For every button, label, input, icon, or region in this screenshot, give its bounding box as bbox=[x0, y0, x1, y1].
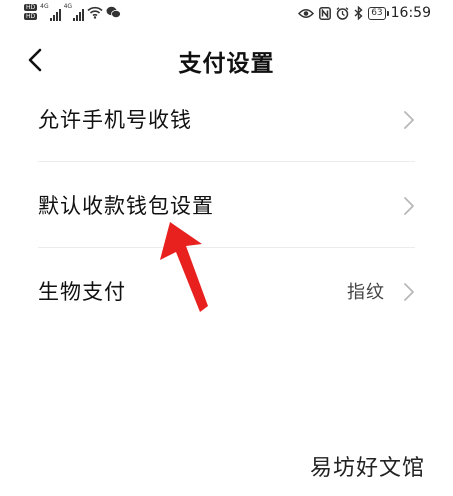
signal-2-label: 4G bbox=[63, 3, 73, 10]
row-biometric-payment[interactable]: 生物支付 指纹 bbox=[0, 248, 453, 334]
hd-badge-1: HD bbox=[24, 4, 38, 11]
battery-indicator: 63 bbox=[368, 6, 390, 20]
row-label: 生物支付 bbox=[38, 280, 126, 304]
hd-badge-2: HD bbox=[24, 13, 38, 20]
wifi-icon bbox=[87, 6, 103, 19]
row-label: 默认收款钱包设置 bbox=[38, 194, 214, 218]
bluetooth-icon bbox=[354, 6, 363, 20]
chevron-right-icon bbox=[404, 111, 414, 129]
eye-icon bbox=[298, 8, 315, 18]
row-label: 允许手机号收钱 bbox=[38, 108, 192, 132]
watermark: 易坊好文馆 bbox=[307, 450, 427, 482]
signal-bars-icon bbox=[49, 9, 61, 21]
nfc-icon bbox=[319, 6, 332, 20]
status-left: HD HD 4G 4G bbox=[24, 3, 121, 21]
signal-2: 4G bbox=[63, 3, 85, 21]
settings-list: 允许手机号收钱 默认收款钱包设置 生物支付 指纹 bbox=[0, 76, 453, 334]
chevron-right-icon bbox=[404, 283, 414, 301]
status-right: 63 16:59 bbox=[298, 4, 431, 22]
alarm-icon bbox=[336, 6, 349, 20]
page-title: 支付设置 bbox=[178, 51, 275, 77]
status-bar: HD HD 4G 4G 63 16:59 bbox=[0, 0, 453, 28]
hd-badges: HD HD bbox=[24, 4, 38, 20]
signal-1: 4G bbox=[40, 3, 61, 21]
row-value: 指纹 bbox=[347, 282, 385, 303]
wechat-icon bbox=[106, 6, 121, 18]
signal-bars-icon bbox=[73, 9, 85, 21]
row-default-wallet-setting[interactable]: 默认收款钱包设置 bbox=[0, 162, 453, 248]
signal-1-label: 4G bbox=[40, 3, 49, 10]
chevron-right-icon bbox=[404, 197, 414, 215]
row-allow-phone-receive[interactable]: 允许手机号收钱 bbox=[0, 76, 453, 162]
status-time: 16:59 bbox=[390, 5, 431, 21]
